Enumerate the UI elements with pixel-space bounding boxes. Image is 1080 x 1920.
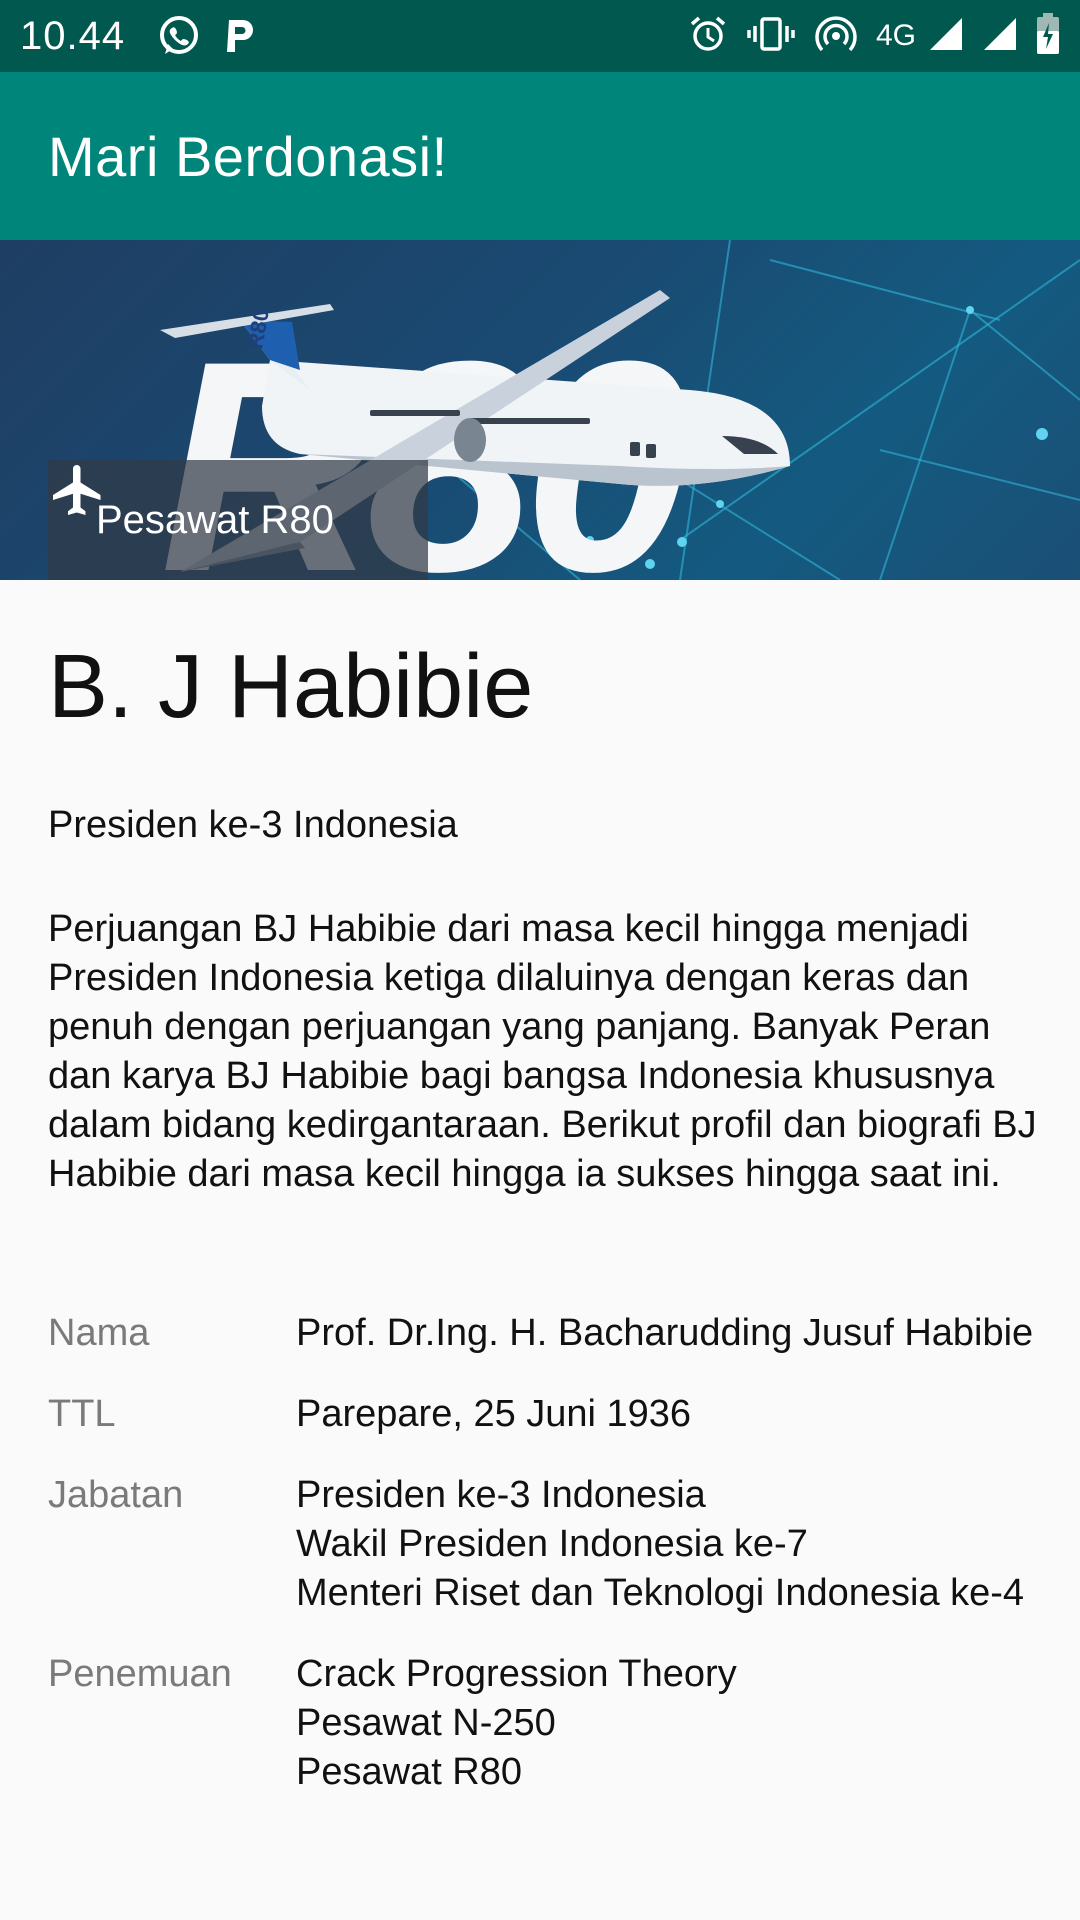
network-type: 4G	[875, 19, 916, 52]
info-label: Penemuan	[48, 1652, 232, 1695]
app-title: Mari Berdonasi!	[48, 124, 448, 188]
info-row-jabatan: Jabatan Presiden ke-3 Indonesia Wakil Pr…	[48, 1471, 1040, 1618]
hero-image[interactable]: R80 R80 Pesawat R80	[0, 240, 1080, 580]
profile-description: Perjuangan BJ Habibie dari masa kecil hi…	[48, 907, 1037, 1195]
status-bar: 10.44 4G	[0, 0, 1080, 72]
signal-icon	[928, 16, 964, 57]
info-value: Prof. Dr.Ing. H. Bacharudding Jusuf Habi…	[296, 1311, 1034, 1354]
profile-name: B. J Habibie	[48, 637, 534, 737]
hero-caption-badge: Pesawat R80	[48, 460, 428, 580]
app-bar: Mari Berdonasi!	[0, 72, 1080, 240]
hotspot-icon	[814, 14, 858, 59]
profile-subtitle: Presiden ke-3 Indonesia	[48, 804, 458, 846]
info-label: TTL	[48, 1392, 116, 1435]
info-row-ttl: TTL Parepare, 25 Juni 1936	[48, 1390, 1040, 1439]
info-label: Nama	[48, 1311, 150, 1354]
signal-icon	[982, 16, 1018, 57]
info-table: Nama Prof. Dr.Ing. H. Bacharudding Jusuf…	[48, 1309, 1040, 1797]
info-value: Presiden ke-3 Indonesia Wakil Presiden I…	[296, 1473, 1025, 1614]
hero-caption-label: Pesawat R80	[96, 497, 334, 542]
info-label: Jabatan	[48, 1473, 184, 1516]
alarm-icon	[688, 14, 728, 59]
vibrate-icon	[746, 14, 796, 59]
info-value: Parepare, 25 Juni 1936	[296, 1392, 692, 1435]
status-time: 10.44	[20, 13, 126, 58]
profile-content: B. J Habibie Presiden ke-3 Indonesia Per…	[48, 580, 1038, 1829]
info-value: Crack Progression Theory Pesawat N-250 P…	[296, 1652, 737, 1793]
whatsapp-icon	[157, 14, 201, 58]
info-row-penemuan: Penemuan Crack Progression Theory Pesawa…	[48, 1650, 1040, 1797]
parking-app-icon	[223, 16, 257, 56]
airplane-icon	[53, 465, 101, 515]
info-row-nama: Nama Prof. Dr.Ing. H. Bacharudding Jusuf…	[48, 1309, 1040, 1358]
battery-charging-icon	[1036, 12, 1060, 60]
